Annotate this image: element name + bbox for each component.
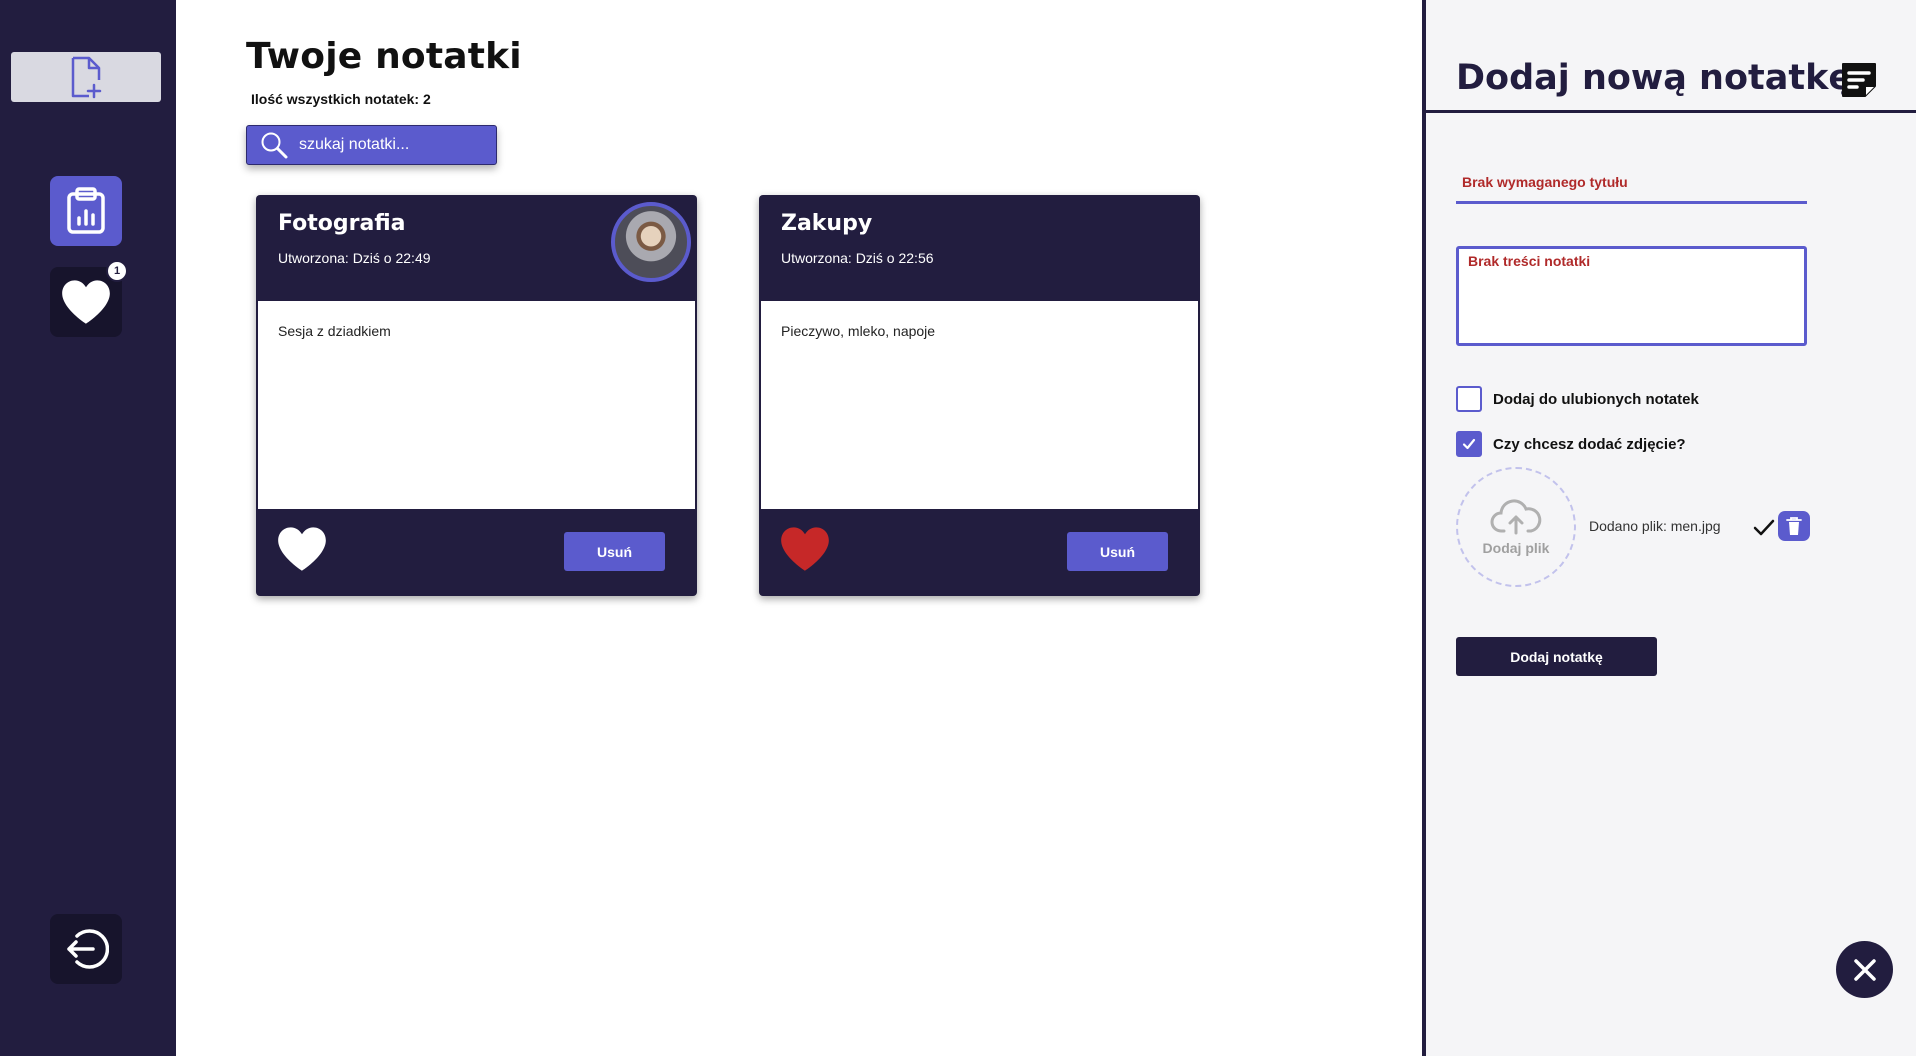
heart-icon [62, 280, 110, 324]
add-note-panel: Dodaj nową notatkę Brak wymaganego tytuł… [1422, 0, 1916, 1056]
stats-button[interactable] [50, 176, 122, 246]
trash-icon [1786, 517, 1802, 535]
sidebar: 1 [0, 0, 176, 1056]
photo-checkbox-label: Czy chcesz dodać zdjęcie? [1493, 435, 1686, 453]
note-card-footer: Usuń [256, 509, 697, 596]
file-plus-icon [71, 56, 102, 99]
search-bar [246, 125, 497, 165]
note-card-header: Fotografia Utworzona: Dziś o 22:49 [256, 195, 697, 301]
delete-note-button[interactable]: Usuń [564, 532, 665, 571]
favorite-checkbox[interactable] [1456, 386, 1482, 412]
clipboard-chart-icon [67, 187, 105, 234]
panel-title: Dodaj nową notatkę [1456, 58, 1853, 98]
checkmark-icon [1462, 438, 1476, 450]
app: 1 Twoje notatki Ilość wszystkich notatek… [0, 0, 1916, 1056]
note-icon [1842, 63, 1876, 97]
notes-count: Ilość wszystkich notatek: 2 [251, 91, 431, 107]
photo-checkbox[interactable] [1456, 431, 1482, 457]
notes-main: Twoje notatki Ilość wszystkich notatek: … [176, 0, 1422, 1056]
title-input[interactable]: Brak wymaganego tytułu [1456, 170, 1807, 204]
note-content: Sesja z dziadkiem [258, 301, 695, 509]
delete-note-button[interactable]: Usuń [1067, 532, 1168, 571]
note-card: Fotografia Utworzona: Dziś o 22:49 Sesja… [256, 195, 697, 596]
close-icon [1853, 958, 1876, 981]
note-card: Zakupy Utworzona: Dziś o 22:56 Pieczywo,… [759, 195, 1200, 596]
favorite-checkbox-label: Dodaj do ulubionych notatek [1493, 390, 1699, 408]
add-note-submit-button[interactable]: Dodaj notatkę [1456, 637, 1657, 676]
favorite-checkbox-row[interactable]: Dodaj do ulubionych notatek [1456, 386, 1699, 412]
check-icon [1753, 519, 1775, 536]
favorites-button[interactable]: 1 [50, 260, 128, 337]
note-content: Pieczywo, mleko, napoje [761, 301, 1198, 509]
note-created-date: Utworzona: Dziś o 22:56 [781, 250, 934, 266]
heart-filled-icon [781, 527, 829, 571]
add-note-button[interactable] [11, 52, 161, 102]
page-title: Twoje notatki [246, 36, 522, 77]
content-error: Brak treści notatki [1468, 253, 1591, 269]
upload-label: Dodaj plik [1482, 540, 1550, 556]
cloud-upload-icon [1490, 499, 1542, 535]
search-input[interactable] [299, 136, 489, 154]
favorite-toggle[interactable] [276, 525, 328, 578]
note-card-header: Zakupy Utworzona: Dziś o 22:56 [759, 195, 1200, 301]
upload-file-button[interactable]: Dodaj plik [1456, 467, 1576, 587]
remove-file-button[interactable] [1778, 511, 1810, 541]
close-panel-button[interactable] [1836, 941, 1893, 998]
favorite-toggle[interactable] [779, 525, 831, 578]
heart-outline-icon [278, 527, 326, 571]
logout-icon [67, 929, 109, 969]
panel-divider [1426, 110, 1916, 113]
note-photo [611, 202, 691, 282]
uploaded-file-info: Dodano plik: men.jpg [1589, 518, 1721, 534]
photo-checkbox-row[interactable]: Czy chcesz dodać zdjęcie? [1456, 431, 1686, 457]
favorites-count-badge: 1 [106, 260, 128, 282]
search-icon [261, 132, 288, 159]
note-card-footer: Usuń [759, 509, 1200, 596]
note-title: Zakupy [781, 211, 873, 236]
logout-button[interactable] [50, 914, 122, 984]
content-textarea[interactable]: Brak treści notatki [1456, 246, 1807, 346]
title-error: Brak wymaganego tytułu [1462, 174, 1628, 190]
